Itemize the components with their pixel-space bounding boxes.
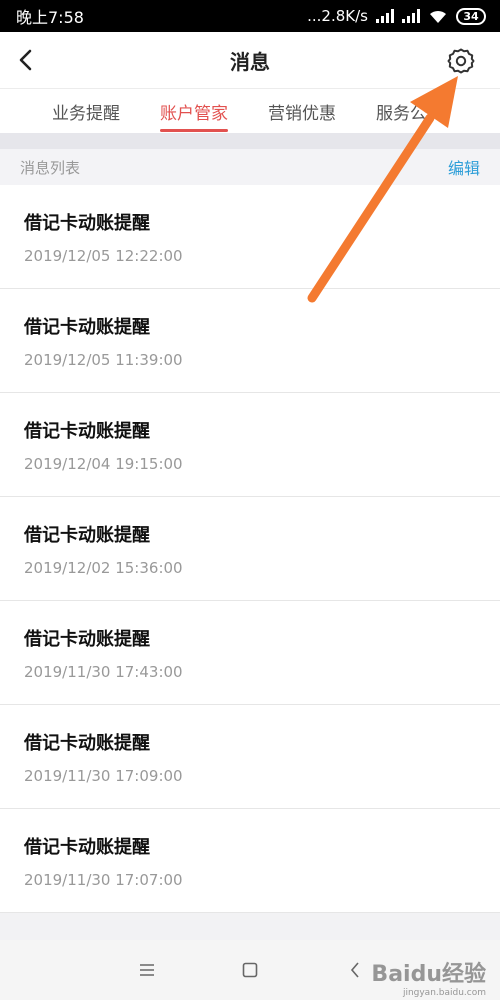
message-time: 2019/11/30 17:09:00 <box>24 767 183 785</box>
battery-icon: 34 <box>456 7 486 25</box>
message-item[interactable]: 借记卡动账提醒 2019/12/02 15:36:00 <box>0 497 500 601</box>
tab-label: 业务提醒 <box>52 104 120 124</box>
tab-label: 服务公 <box>376 104 427 124</box>
message-title: 借记卡动账提醒 <box>24 629 150 650</box>
message-item[interactable]: 借记卡动账提醒 2019/11/30 17:43:00 <box>0 601 500 705</box>
back-button[interactable] <box>8 42 44 78</box>
status-time: 晚上7:58 <box>16 8 84 27</box>
message-time: 2019/12/02 15:36:00 <box>24 559 183 577</box>
message-title: 借记卡动账提醒 <box>24 317 150 338</box>
edit-button[interactable]: 编辑 <box>448 155 480 179</box>
message-item[interactable]: 借记卡动账提醒 2019/11/30 17:07:00 <box>0 809 500 913</box>
tab-label: 营销优惠 <box>268 104 336 124</box>
signal-icon <box>376 9 394 23</box>
settings-button[interactable] <box>444 44 478 78</box>
message-title: 借记卡动账提醒 <box>24 733 150 754</box>
status-icons: ...2.8K/s 34 <box>307 7 486 25</box>
tab-bar: 业务提醒 账户管家 营销优惠 服务公 <box>0 88 500 133</box>
system-back-button[interactable] <box>340 956 370 984</box>
chevron-left-icon <box>350 962 359 978</box>
watermark-sub: jingyan.baidu.com <box>402 988 486 998</box>
message-time: 2019/12/05 12:22:00 <box>24 247 183 265</box>
signal-icon-2 <box>402 9 420 23</box>
tab-business-reminder[interactable]: 业务提醒 <box>52 89 120 133</box>
message-item[interactable]: 借记卡动账提醒 2019/12/05 11:39:00 <box>0 289 500 393</box>
menu-button[interactable] <box>132 956 162 984</box>
page-title: 消息 <box>230 49 270 74</box>
tab-label: 账户管家 <box>160 104 228 124</box>
message-list: 借记卡动账提醒 2019/12/05 12:22:00 借记卡动账提醒 2019… <box>0 185 500 913</box>
message-title: 借记卡动账提醒 <box>24 213 150 234</box>
menu-icon <box>140 964 154 976</box>
message-title: 借记卡动账提醒 <box>24 525 150 546</box>
divider-band <box>0 133 500 149</box>
message-title: 借记卡动账提醒 <box>24 421 150 442</box>
gear-icon <box>447 48 475 74</box>
home-button[interactable] <box>235 956 265 984</box>
tab-marketing-offers[interactable]: 营销优惠 <box>268 89 336 133</box>
message-time: 2019/12/05 11:39:00 <box>24 351 183 369</box>
message-item[interactable]: 借记卡动账提醒 2019/11/30 17:09:00 <box>0 705 500 809</box>
wifi-icon <box>430 10 446 23</box>
network-speed: ...2.8K/s <box>307 7 368 25</box>
message-title: 借记卡动账提醒 <box>24 837 150 858</box>
watermark-text: Baidu经验 <box>371 962 486 987</box>
message-time: 2019/12/04 19:15:00 <box>24 455 183 473</box>
square-icon <box>242 962 258 978</box>
message-time: 2019/11/30 17:43:00 <box>24 663 183 681</box>
tab-account-manager[interactable]: 账户管家 <box>160 89 228 133</box>
nav-bar: 消息 <box>0 32 500 88</box>
watermark: Baidu经验 jingyan.baidu.com <box>371 956 486 998</box>
status-bar: 晚上7:58 ...2.8K/s 34 <box>0 0 500 32</box>
tab-service[interactable]: 服务公 <box>376 89 427 133</box>
message-item[interactable]: 借记卡动账提醒 2019/12/04 19:15:00 <box>0 393 500 497</box>
list-header-title: 消息列表 <box>20 158 81 177</box>
message-time: 2019/11/30 17:07:00 <box>24 871 183 889</box>
chevron-left-icon <box>19 49 32 71</box>
list-header: 消息列表 编辑 <box>0 149 500 185</box>
message-item[interactable]: 借记卡动账提醒 2019/12/05 12:22:00 <box>0 185 500 289</box>
